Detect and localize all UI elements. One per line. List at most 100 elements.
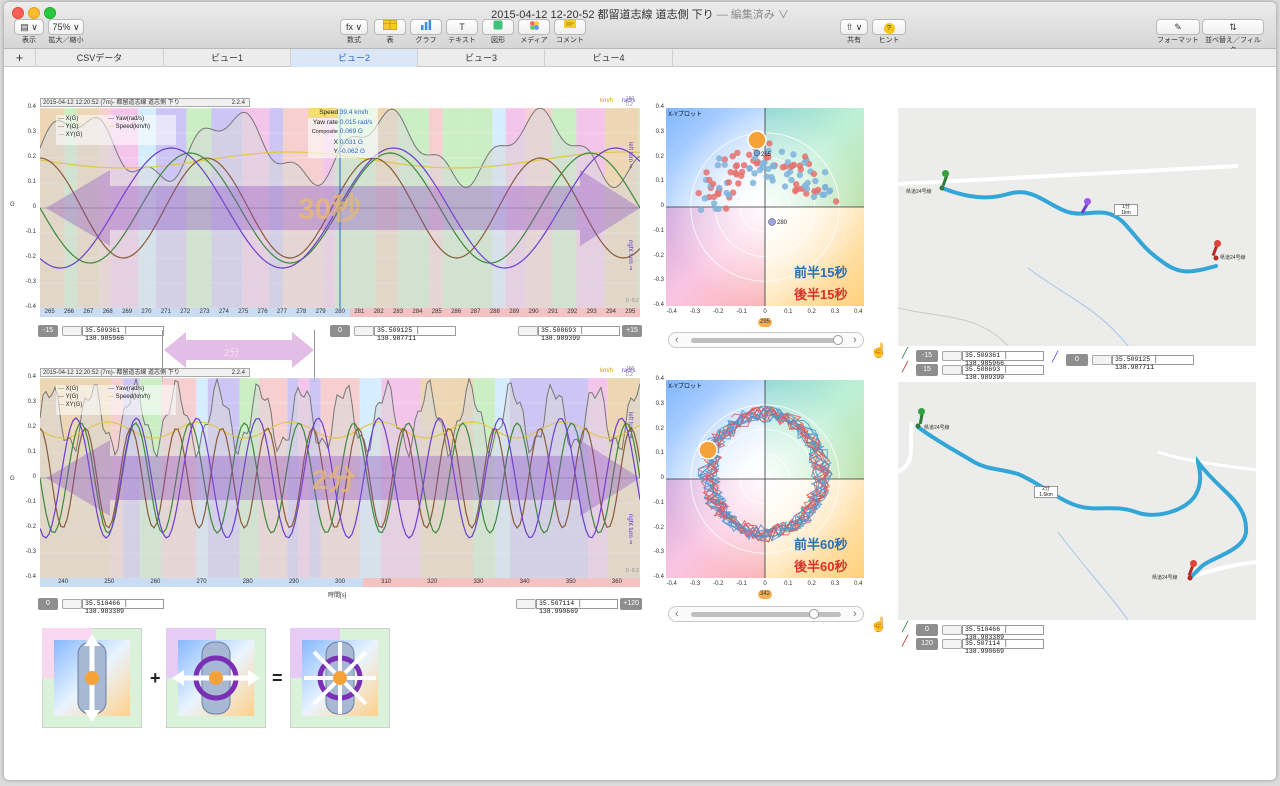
timeline-slider[interactable]: ‹ › bbox=[668, 332, 864, 348]
y-tick-label: -0.1 bbox=[25, 499, 36, 505]
xy-point bbox=[697, 206, 705, 214]
formula-button[interactable]: fx ∨ 数式 bbox=[340, 19, 368, 45]
y-tick-label: 0.4 bbox=[655, 376, 664, 382]
offset-tag-cursor[interactable]: 0 bbox=[1066, 354, 1088, 366]
right-axis-bottom: 0 -0.2 bbox=[626, 298, 639, 304]
xy-point bbox=[722, 205, 730, 212]
format-button[interactable]: ✎ フォーマット bbox=[1156, 19, 1200, 45]
view-button[interactable]: ▤ ∨ 表示 bbox=[14, 19, 44, 45]
slider-prev-button[interactable]: ‹ bbox=[675, 334, 679, 346]
media-button[interactable]: メディア bbox=[518, 19, 550, 45]
clock-icon bbox=[518, 326, 538, 336]
x-tick-label: 0.3 bbox=[830, 309, 840, 315]
media-icon bbox=[518, 19, 550, 35]
x-tick-label: -0.1 bbox=[736, 581, 747, 587]
y-axis-ticks: 0.4 0.3 0.2 0.1 0 -0.1 -0.2 -0.3 -0.4 bbox=[12, 374, 38, 580]
slider-thumb[interactable] bbox=[809, 609, 819, 619]
x-tick-label: 289 bbox=[504, 308, 524, 317]
time-chart-2min[interactable]: 2015-04-12 12:20:52 (7m)- 都留道志線 道志側 下り 2… bbox=[10, 366, 640, 583]
x-tick-label: 280 bbox=[224, 578, 271, 587]
legend-x: — X(G) bbox=[58, 116, 79, 122]
x-axis-label: 時間[s] bbox=[328, 593, 347, 599]
formula-label: 数式 bbox=[347, 37, 361, 44]
legend-yaw: — Yaw(rad/s) bbox=[108, 386, 145, 392]
zoom-label: 拡大／縮小 bbox=[48, 37, 84, 44]
offset-tag-left[interactable]: 0 bbox=[38, 598, 58, 610]
x-tick-label: 274 bbox=[214, 308, 234, 317]
route-map-30s[interactable]: 県道24号線 県道24号線 1分 1km bbox=[898, 108, 1256, 346]
offset-tag-end[interactable]: 120 bbox=[916, 638, 938, 650]
x-tick-label: 278 bbox=[291, 308, 311, 317]
timeline-slider[interactable]: ‹ › bbox=[668, 606, 864, 622]
share-icon: ⇧ ∨ bbox=[840, 19, 868, 35]
text-button[interactable]: T テキスト bbox=[446, 19, 478, 45]
chart-header-version: 2.2.4 bbox=[231, 370, 245, 376]
hint-icon: ? bbox=[883, 23, 895, 34]
map-canvas bbox=[898, 164, 1239, 346]
chart-icon bbox=[410, 19, 442, 35]
xy-point bbox=[796, 171, 804, 179]
comment-label: コメント bbox=[556, 37, 584, 44]
time-marker: 342 bbox=[758, 590, 772, 599]
tab-csv-data[interactable]: CSVデータ bbox=[36, 49, 164, 67]
x-tick-label: 266 bbox=[59, 308, 79, 317]
offset-tag-right[interactable]: +15 bbox=[622, 325, 642, 337]
span-label: 30秒 bbox=[298, 193, 362, 226]
tab-view-3[interactable]: ビュー3 bbox=[418, 49, 545, 67]
readout-x: X 0.031 G bbox=[333, 138, 363, 146]
right-axis-top: 150 0.2 bbox=[626, 366, 635, 378]
x-tick-label: 320 bbox=[409, 578, 456, 587]
offset-tag-left[interactable]: -15 bbox=[38, 325, 58, 337]
x-tick-label: -0.3 bbox=[689, 309, 701, 315]
y-tick-label: -0.4 bbox=[25, 574, 36, 580]
comment-button[interactable]: コメント bbox=[554, 19, 586, 45]
end-pin-icon: ╱ bbox=[902, 636, 909, 647]
tab-view-2[interactable]: ビュー2 bbox=[291, 49, 418, 67]
y-tick-label: -0.3 bbox=[653, 549, 664, 556]
chart-button[interactable]: グラフ bbox=[410, 19, 442, 45]
offset-tag-start[interactable]: 0 bbox=[916, 624, 938, 636]
route-map-2min[interactable]: 県道24号線 県道24号線 2分 1.6km bbox=[898, 382, 1256, 620]
cursor-readout: Speed 39.4 km/h Yaw rate 0.015 rad/s Com… bbox=[308, 108, 378, 158]
x-tick-label: 0 bbox=[763, 581, 767, 587]
xy-point bbox=[810, 193, 818, 201]
share-button[interactable]: ⇧ ∨ 共有 bbox=[840, 19, 868, 45]
clock-icon bbox=[1092, 355, 1112, 365]
slider-next-button[interactable]: › bbox=[853, 334, 857, 346]
speed-unit: km/h bbox=[600, 368, 614, 374]
x-axis-ticks: 265 266 267 268 269 270 271 272 273 274 275 276 277 2… bbox=[40, 308, 640, 317]
hand-cursor-icon: ☝ bbox=[870, 616, 888, 632]
x-tick-label: 0.3 bbox=[830, 581, 840, 587]
tab-view-1[interactable]: ビュー1 bbox=[164, 49, 291, 67]
zoom-button[interactable]: 75% ∨ 拡大／縮小 bbox=[48, 19, 84, 45]
xy-point bbox=[749, 179, 757, 187]
table-button[interactable]: 表 bbox=[374, 19, 406, 45]
slider-track[interactable] bbox=[691, 338, 841, 343]
edited-status[interactable]: — 編集済み ∨ bbox=[717, 9, 789, 21]
time-marker: 295 bbox=[758, 318, 772, 327]
slider-next-button[interactable]: › bbox=[853, 608, 857, 620]
double-arrow-label: 2分 bbox=[224, 348, 240, 359]
shape-button[interactable]: 図形 bbox=[482, 19, 514, 45]
add-sheet-button[interactable]: + bbox=[4, 49, 36, 67]
paintbrush-icon: ✎ bbox=[1156, 19, 1200, 35]
x-tick-label: 283 bbox=[388, 308, 408, 317]
window-title: 2015-04-12 12-20-52 都留道志線 道志側 下り — 編集済み … bbox=[4, 6, 1276, 22]
legend-speed: — Speed(km/h) bbox=[108, 394, 151, 400]
time-chart-30s[interactable]: 2015-04-12 12:20:52 (7m)- 都留道志線 道志側 下り 2… bbox=[10, 96, 640, 316]
coord-mid: 35.509125 │ 138.987711 bbox=[374, 326, 456, 342]
hint-button[interactable]: ? ヒント bbox=[872, 19, 906, 45]
offset-tag-mid[interactable]: 0 bbox=[330, 325, 350, 337]
slider-prev-button[interactable]: ‹ bbox=[675, 608, 679, 620]
offset-tag-start[interactable]: -15 bbox=[916, 350, 938, 362]
xy-point bbox=[810, 170, 818, 178]
xy-point bbox=[814, 186, 822, 194]
tab-view-4[interactable]: ビュー4 bbox=[545, 49, 673, 67]
coord-end: 35.508693 │ 138.989399 bbox=[538, 326, 620, 342]
slider-thumb[interactable] bbox=[833, 335, 843, 345]
offset-tag-right[interactable]: +120 bbox=[620, 598, 642, 610]
start-pin-head bbox=[918, 408, 925, 415]
xy-point bbox=[712, 205, 719, 213]
offset-tag-end[interactable]: 15 bbox=[916, 364, 938, 376]
x-tick-label: 350 bbox=[547, 578, 594, 587]
